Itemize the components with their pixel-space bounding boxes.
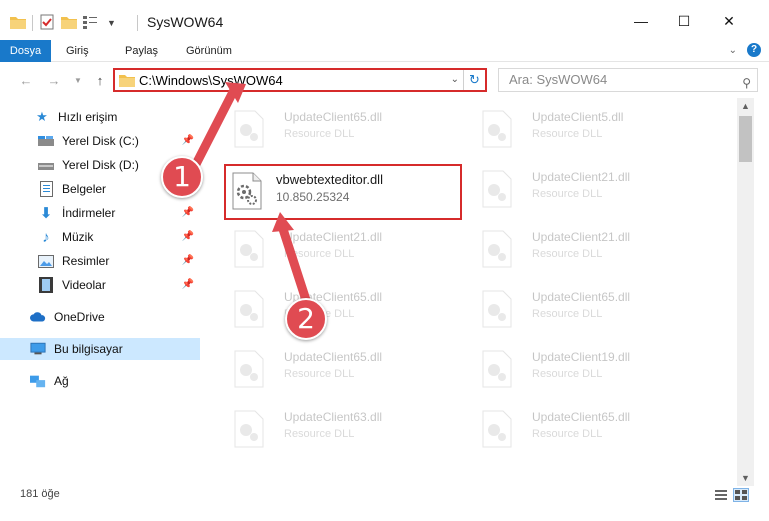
sidebar-item-pictures[interactable]: Resimler 📌 (0, 250, 200, 272)
callout-step-2: 2 (285, 298, 327, 340)
recent-locations-icon[interactable]: ▼ (70, 71, 86, 89)
back-arrow-icon[interactable]: ← (18, 71, 34, 89)
customize-toolbar-icon[interactable]: ▼ (107, 18, 116, 28)
dll-file-icon (232, 172, 262, 210)
dll-file-icon (482, 170, 512, 208)
folder-icon (10, 15, 26, 32)
file-item[interactable]: UpdateClient63.dll Resource DLL (220, 402, 450, 458)
tiles-view-icon[interactable] (733, 488, 749, 502)
pictures-icon (38, 253, 54, 269)
minimize-button[interactable]: — (630, 10, 652, 32)
new-folder-icon[interactable] (61, 15, 77, 32)
chevron-down-icon[interactable]: ⌄ (451, 74, 459, 85)
up-arrow-icon[interactable]: ↑ (92, 71, 108, 89)
window-title: SysWOW64 (147, 14, 224, 30)
document-icon (38, 181, 54, 197)
dll-file-icon (482, 350, 512, 388)
cloud-icon (30, 309, 46, 325)
dll-file-icon (482, 230, 512, 268)
vertical-scrollbar[interactable]: ▲ ▼ (737, 98, 754, 486)
search-placeholder: Ara: SysWOW64 (509, 72, 608, 87)
tab-home[interactable]: Giriş (58, 40, 97, 62)
highlighted-file-item[interactable]: vbwebtexteditor.dll 10.850.25324 (224, 164, 462, 220)
scroll-thumb[interactable] (739, 116, 752, 162)
title-bar: ▼ SysWOW64 — ☐ ✕ (0, 0, 769, 40)
tab-file[interactable]: Dosya (0, 40, 51, 62)
address-path[interactable]: C:\Windows\SysWOW64 (139, 73, 283, 88)
file-item[interactable]: UpdateClient65.dll Resource DLL (468, 402, 698, 458)
tab-share[interactable]: Paylaş (117, 40, 166, 62)
sidebar-item-network[interactable]: Ağ (0, 370, 200, 392)
file-item[interactable]: UpdateClient21.dll Resource DLL (468, 162, 698, 218)
view-options-icon[interactable] (83, 15, 101, 32)
status-bar: 181 öğe (0, 486, 769, 521)
file-item[interactable]: UpdateClient19.dll Resource DLL (468, 342, 698, 398)
search-icon: ⚲ (742, 76, 751, 90)
sidebar-item-local-disk-c[interactable]: Yerel Disk (C:) 📌 (0, 130, 200, 152)
file-item[interactable]: UpdateClient21.dll Resource DLL (468, 222, 698, 278)
highlighted-file-version: 10.850.25324 (276, 190, 350, 204)
drive-icon (38, 157, 54, 173)
file-item[interactable]: UpdateClient65.dll Resource DLL (220, 102, 450, 158)
computer-icon (30, 341, 46, 357)
dll-file-icon (234, 290, 264, 328)
file-item[interactable]: UpdateClient21.dll Resource DLL (220, 222, 450, 278)
file-item[interactable]: UpdateClient5.dll Resource DLL (468, 102, 698, 158)
highlighted-file-name: vbwebtexteditor.dll (276, 172, 383, 187)
scroll-down-icon[interactable]: ▼ (737, 470, 754, 486)
sidebar-item-music[interactable]: ♪ Müzik 📌 (0, 226, 200, 248)
properties-icon[interactable] (39, 14, 55, 33)
ribbon-tabs: Dosya Giriş Paylaş Görünüm ⌄ ? (0, 40, 769, 62)
sidebar-item-videos[interactable]: Videolar 📌 (0, 274, 200, 296)
sidebar-item-onedrive[interactable]: OneDrive (0, 306, 200, 328)
file-item[interactable]: UpdateClient65.dll Resource DLL (220, 342, 450, 398)
music-icon: ♪ (42, 228, 50, 246)
download-icon: ⬇ (39, 205, 53, 222)
pin-icon[interactable]: 📌 (182, 207, 194, 218)
dll-file-icon (482, 410, 512, 448)
quick-access-toolbar: ▼ (10, 12, 116, 34)
navigation-bar: ← → ▼ ↑ C:\Windows\SysWOW64 ⌄ ↻ Ara: Sys… (0, 62, 769, 98)
pin-icon[interactable]: 📌 (182, 255, 194, 266)
item-count: 181 öğe (20, 488, 60, 500)
forward-arrow-icon[interactable]: → (46, 71, 62, 89)
callout-step-1: 1 (161, 156, 203, 198)
network-icon (30, 373, 46, 389)
dll-file-icon (234, 110, 264, 148)
chevron-down-icon[interactable]: ⌄ (729, 45, 737, 56)
file-item[interactable]: UpdateClient65.dll Resource DLL (468, 282, 698, 338)
details-view-icon[interactable] (713, 488, 729, 502)
pin-icon[interactable]: 📌 (182, 231, 194, 242)
pin-icon[interactable]: 📌 (182, 135, 194, 146)
dll-file-icon (234, 230, 264, 268)
dll-file-icon (482, 290, 512, 328)
dll-file-icon (482, 110, 512, 148)
file-item[interactable]: UpdateClient65.dll Resource DLL (220, 282, 450, 338)
pin-icon[interactable]: 📌 (182, 279, 194, 290)
scroll-up-icon[interactable]: ▲ (737, 98, 754, 114)
refresh-icon[interactable]: ↻ (463, 70, 485, 90)
star-icon: ★ (36, 109, 48, 124)
video-icon (38, 277, 54, 293)
search-input[interactable]: Ara: SysWOW64 ⚲ (498, 68, 758, 92)
tab-view[interactable]: Görünüm (178, 40, 240, 62)
sidebar-item-this-pc[interactable]: Bu bilgisayar (0, 338, 200, 360)
drive-icon (38, 133, 54, 149)
sidebar-item-quick-access[interactable]: ★ Hızlı erişim (0, 106, 200, 128)
sidebar-item-downloads[interactable]: ⬇ İndirmeler 📌 (0, 202, 200, 224)
file-list: UpdateClient65.dll Resource DLL UpdateCl… (210, 98, 737, 472)
dll-file-icon (234, 350, 264, 388)
dll-file-icon (234, 410, 264, 448)
help-icon[interactable]: ? (747, 43, 761, 57)
maximize-button[interactable]: ☐ (673, 10, 695, 32)
close-button[interactable]: ✕ (718, 10, 740, 32)
address-bar[interactable]: C:\Windows\SysWOW64 ⌄ ↻ (113, 68, 487, 92)
folder-icon (119, 73, 135, 90)
